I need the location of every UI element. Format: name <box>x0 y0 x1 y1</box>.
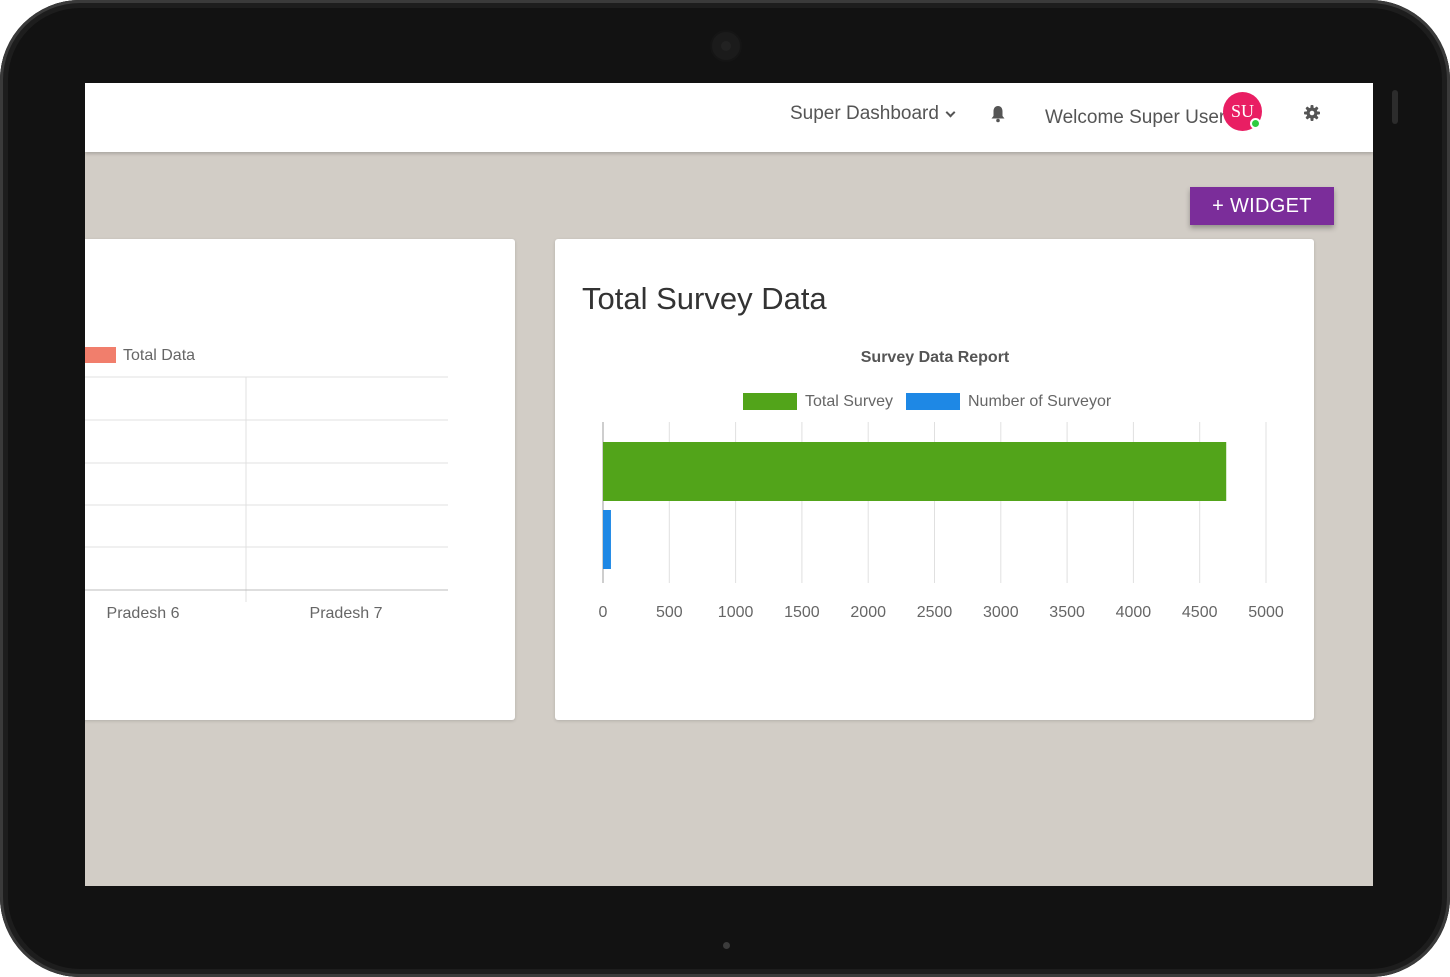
legend-swatch-total-survey <box>743 393 797 410</box>
x-tick-label: 3000 <box>983 604 1019 621</box>
gear-icon[interactable] <box>1303 104 1321 122</box>
x-tick-label: 0 <box>599 604 608 621</box>
home-indicator <box>723 942 730 949</box>
survey-chart: Survey Data Report Total Survey Number o… <box>599 349 1284 621</box>
bell-icon[interactable] <box>990 105 1006 123</box>
x-tick-label: 3500 <box>1049 604 1085 621</box>
camera <box>710 30 742 62</box>
x-tick-label: Pradesh 7 <box>310 605 383 622</box>
chart-title: Survey Data Report <box>861 349 1010 366</box>
x-tick-label: 2000 <box>850 604 886 621</box>
x-tick-label: 2500 <box>917 604 953 621</box>
dashboard-label: Super Dashboard <box>790 103 939 124</box>
screen: Super Dashboard Welcome Super User SU + … <box>85 83 1373 886</box>
legend-label-surveyor: Number of Surveyor <box>968 393 1112 410</box>
legend-label-total-survey: Total Survey <box>805 393 893 410</box>
dashboard-dropdown[interactable]: Super Dashboard <box>790 103 956 125</box>
welcome-text: Welcome Super User <box>1045 107 1226 128</box>
x-tick-label: Pradesh 6 <box>107 605 180 622</box>
side-button <box>1392 90 1398 124</box>
x-tick-label: 5000 <box>1248 604 1284 621</box>
left-chart-card: Total Data Pradesh 6 Pradesh 7 <box>85 239 515 720</box>
tablet-frame: Super Dashboard Welcome Super User SU + … <box>0 0 1450 977</box>
bar-total-survey[interactable] <box>603 442 1227 501</box>
left-chart-grid <box>85 376 448 602</box>
left-chart: Total Data Pradesh 6 Pradesh 7 <box>85 347 448 622</box>
online-status-dot <box>1250 118 1261 129</box>
x-tick-label: 4000 <box>1116 604 1152 621</box>
legend-swatch-total-data <box>85 347 116 363</box>
x-tick-label: 1500 <box>784 604 820 621</box>
bar-number-of-surveyor[interactable] <box>603 510 611 569</box>
add-widget-button[interactable]: + WIDGET <box>1190 187 1334 225</box>
x-tick-label: 1000 <box>718 604 754 621</box>
chevron-down-icon <box>945 107 956 117</box>
top-navbar: Super Dashboard Welcome Super User SU <box>85 83 1373 152</box>
x-tick-label: 4500 <box>1182 604 1218 621</box>
survey-chart-card: Total Survey Data Survey Data Report Tot… <box>555 239 1314 720</box>
legend-swatch-surveyor <box>906 393 960 410</box>
x-tick-label: 500 <box>656 604 683 621</box>
legend-label-total-data: Total Data <box>123 347 195 364</box>
survey-chart-ticks: 0 500 1000 1500 2000 2500 3000 3500 4000 4500 5000 <box>599 604 1284 621</box>
survey-chart-bars <box>603 442 1227 569</box>
